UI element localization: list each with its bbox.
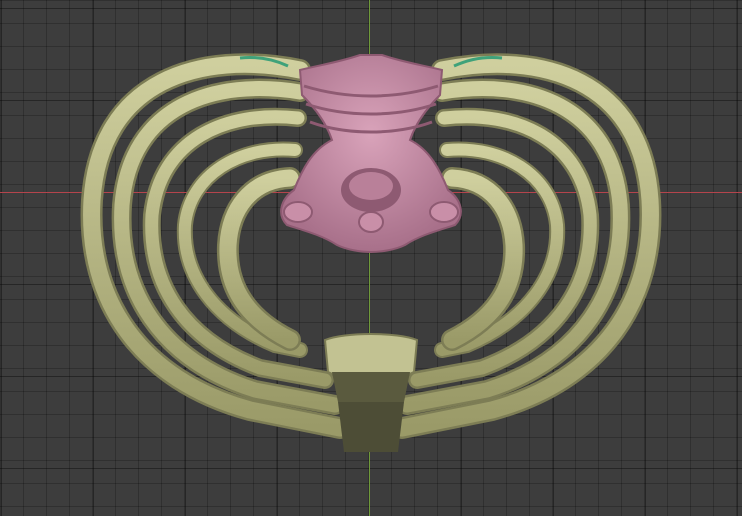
right-ribs bbox=[391, 53, 662, 439]
vertebra bbox=[280, 54, 462, 254]
left-ribs bbox=[80, 53, 351, 439]
rib-cage-model[interactable] bbox=[0, 0, 742, 516]
3d-viewport[interactable] bbox=[0, 0, 742, 516]
